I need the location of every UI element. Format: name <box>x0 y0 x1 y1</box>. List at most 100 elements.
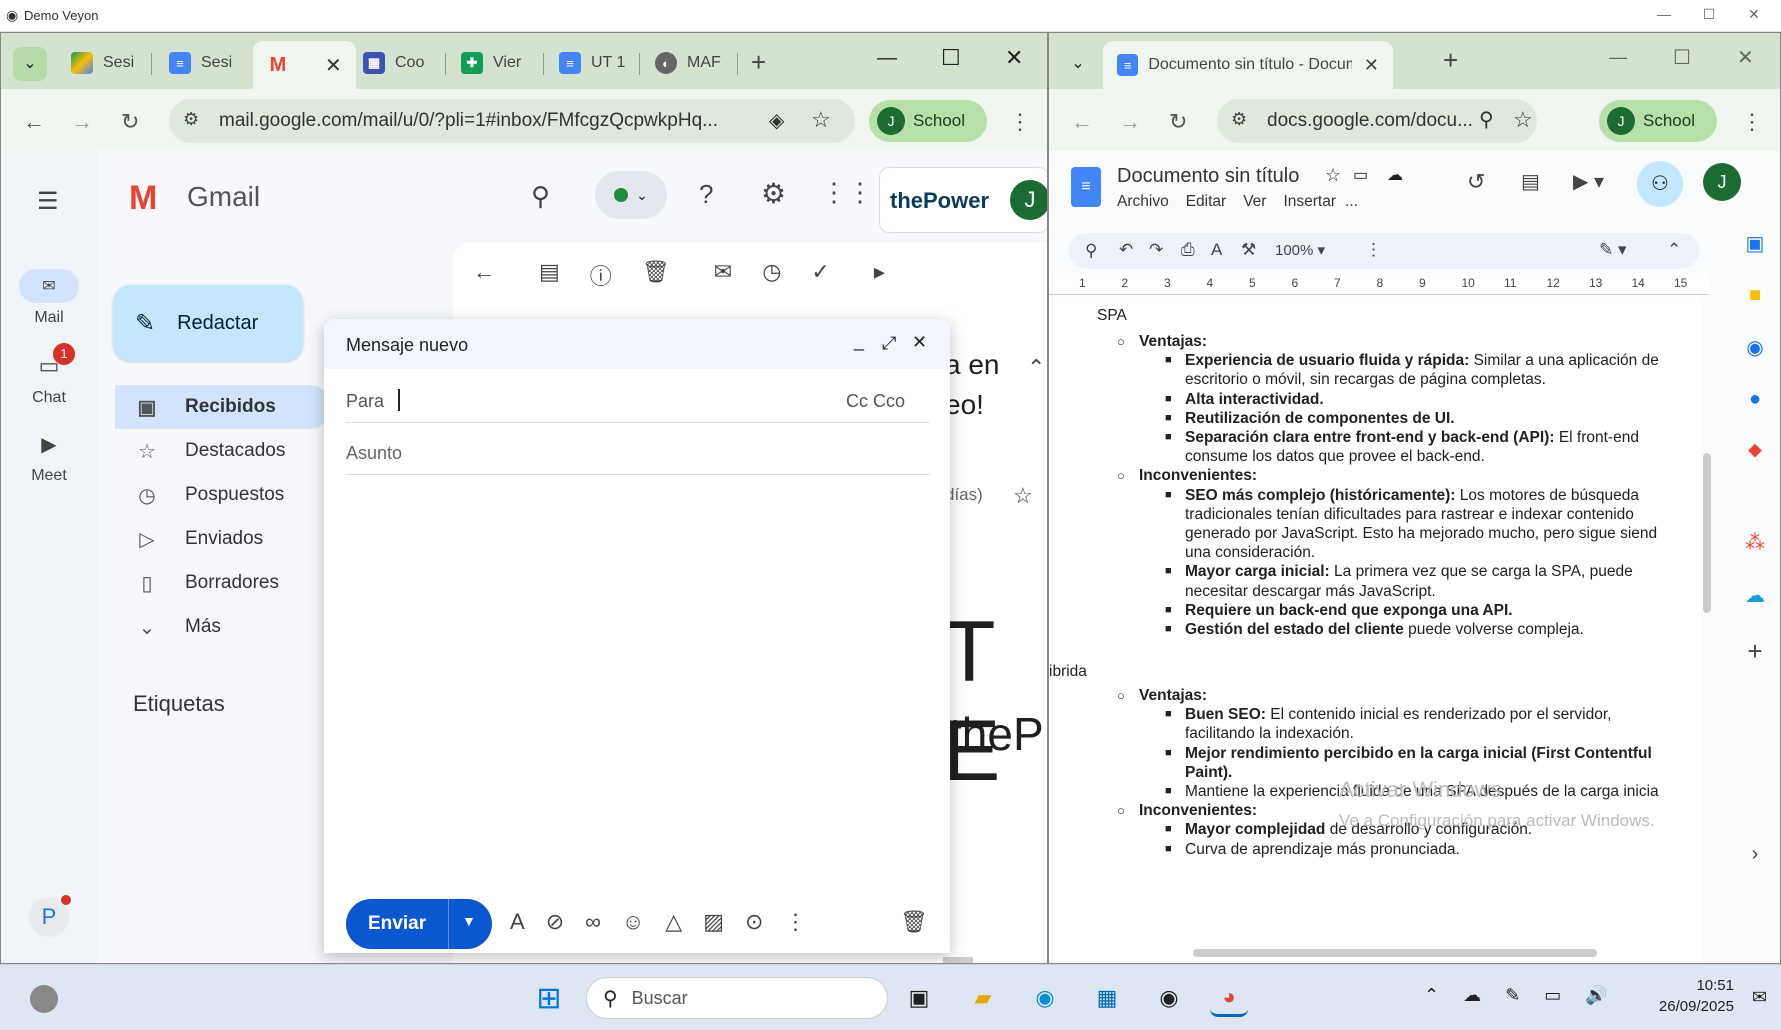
nav-drafts[interactable]: ▯ Borradores <box>115 561 331 605</box>
add-task-icon[interactable]: ✓ <box>811 259 829 291</box>
ruler[interactable]: 1 2 3 4 5 6 7 8 9 10 11 12 13 14 15 <box>1049 273 1709 295</box>
help-icon[interactable]: ? <box>699 179 713 210</box>
redo-icon[interactable]: ↷ <box>1149 240 1163 260</box>
bookmark-star-icon[interactable]: ☆ <box>1513 107 1533 133</box>
addon-2-icon[interactable]: ☁ <box>1745 583 1765 608</box>
scrollbar[interactable] <box>1703 453 1711 613</box>
maximize-icon[interactable]: ☐ <box>1673 45 1691 70</box>
menu-edit[interactable]: Editar <box>1186 193 1227 211</box>
back-icon[interactable]: ← <box>1071 109 1093 135</box>
tab-search-icon[interactable]: ⌄ <box>13 47 47 81</box>
tab-sheets[interactable]: ✚ Vier <box>461 45 521 81</box>
compose-button[interactable]: ✎ Redactar <box>113 285 303 361</box>
undo-icon[interactable]: ↶ <box>1119 240 1133 260</box>
new-tab-button[interactable]: + <box>1443 45 1458 76</box>
task-view-icon[interactable]: ▣ <box>900 979 938 1017</box>
tab-docs-1[interactable]: ≡ Sesi <box>169 45 232 81</box>
network-icon[interactable]: ▭ <box>1544 985 1561 1006</box>
pen-icon[interactable]: ✎ <box>1505 985 1520 1006</box>
tab-close-icon[interactable]: ✕ <box>1364 55 1379 76</box>
tab-gmail[interactable]: M ✕ <box>253 41 356 89</box>
addon-icon[interactable]: ⁂ <box>1745 530 1765 555</box>
menu-more[interactable]: ... <box>1345 193 1358 211</box>
nav-sent[interactable]: ▷ Enviados <box>115 517 331 561</box>
rail-mail[interactable]: ✉ Mail <box>1 269 97 327</box>
move-to-icon[interactable]: ▸ <box>874 259 885 291</box>
minimize-icon[interactable]: _ <box>854 331 864 352</box>
collapse-toolbar-icon[interactable]: ⌃ <box>1667 240 1681 260</box>
tab-docs[interactable]: ≡ Documento sin título - Docume ✕ <box>1103 41 1393 89</box>
menu-icon[interactable]: ⋮ <box>1009 109 1031 135</box>
search-icon[interactable]: ⚲ <box>531 181 550 212</box>
calendar-icon[interactable]: ▣ <box>1746 231 1765 256</box>
zoom-select[interactable]: 100% ▾ <box>1275 241 1325 259</box>
start-icon[interactable]: ⊞ <box>530 979 568 1017</box>
delete-icon[interactable]: 🗑 <box>642 259 670 291</box>
docs-logo-icon[interactable]: ≡ <box>1071 167 1101 207</box>
print-icon[interactable]: ⎙ <box>1181 240 1195 260</box>
editing-mode-icon[interactable]: ✎ ▾ <box>1599 240 1627 260</box>
close-icon[interactable]: ✕ <box>1005 45 1023 71</box>
settings-icon[interactable]: ⚙ <box>761 177 786 210</box>
maximize-icon[interactable]: ☐ <box>941 45 961 71</box>
bookmark-star-icon[interactable]: ☆ <box>811 107 831 133</box>
file-explorer-icon[interactable]: ▰ <box>964 979 1002 1017</box>
new-tab-button[interactable]: + <box>751 47 766 78</box>
lock-icon[interactable]: ⊙ <box>745 909 763 935</box>
history-icon[interactable]: ↺ <box>1467 169 1485 195</box>
close-icon[interactable]: ✕ <box>1737 45 1754 70</box>
apps-grid-icon[interactable]: ⋮⋮ <box>821 177 873 208</box>
collapse-icon[interactable]: ⌃ <box>1027 355 1045 381</box>
notifications-icon[interactable]: ✉ <box>1752 987 1767 1008</box>
minimize-icon[interactable]: — <box>1652 6 1676 22</box>
more-options-icon[interactable]: ⋮ <box>784 909 806 935</box>
horizontal-scrollbar[interactable] <box>1193 949 1597 957</box>
contacts-icon[interactable]: ● <box>1749 388 1761 411</box>
tasks-icon[interactable]: ◉ <box>1746 335 1763 360</box>
maps-icon[interactable]: ⬥ <box>1748 439 1762 462</box>
widgets-icon[interactable] <box>30 985 58 1013</box>
search-menus-icon[interactable]: ⚲ <box>1085 241 1097 261</box>
star-icon[interactable]: ☆ <box>1013 483 1033 509</box>
gmail-logo-icon[interactable]: M <box>129 179 157 218</box>
nav-snoozed[interactable]: ◷ Pospuestos <box>115 473 331 517</box>
workspace-brand[interactable]: thePower J <box>879 167 1047 233</box>
reload-icon[interactable]: ↻ <box>121 109 139 135</box>
attach-icon[interactable]: ⊘ <box>546 909 564 935</box>
archive-icon[interactable]: ▤ <box>539 259 560 291</box>
nav-more[interactable]: ⌄ Más <box>115 605 331 649</box>
hamburger-icon[interactable]: ☰ <box>37 187 59 216</box>
extension-icon[interactable]: ◈ <box>769 108 784 133</box>
menu-view[interactable]: Ver <box>1243 193 1266 211</box>
link-icon[interactable]: ∞ <box>585 909 601 935</box>
site-info-icon[interactable]: ⚙ <box>1231 109 1247 130</box>
menu-icon[interactable]: ⋮ <box>1741 109 1763 135</box>
discard-icon[interactable]: 🗑 <box>900 909 928 935</box>
close-icon[interactable]: ✕ <box>1742 6 1766 23</box>
status-button[interactable]: ⌄ <box>595 171 667 219</box>
snooze-icon[interactable]: ◷ <box>762 259 781 291</box>
send-button[interactable]: Enviar ▼ <box>346 899 492 949</box>
user-avatar[interactable]: J <box>1010 180 1047 220</box>
rail-meet[interactable]: ▶ Meet <box>1 427 97 485</box>
body-editor[interactable] <box>346 477 930 877</box>
tab-drive[interactable]: Sesi <box>71 45 134 81</box>
doc-title[interactable]: Documento sin título <box>1117 165 1299 188</box>
profile-chip[interactable]: J School <box>869 100 987 142</box>
subject-field[interactable]: Asunto <box>346 425 930 475</box>
spellcheck-icon[interactable]: A <box>1211 240 1222 260</box>
tab-forms[interactable]: ▦ Coo <box>363 45 424 81</box>
scrollbar[interactable] <box>943 957 973 963</box>
share-button[interactable]: ⚇ <box>1637 161 1683 207</box>
tab-web[interactable]: ◐ MAF <box>655 45 721 81</box>
volume-icon[interactable]: 🔊 <box>1585 985 1607 1006</box>
move-folder-icon[interactable]: ▭ <box>1353 165 1368 185</box>
report-spam-icon[interactable]: ⓘ <box>590 259 612 291</box>
tray-overflow-icon[interactable]: ⌃ <box>1424 985 1439 1006</box>
expand-icon[interactable]: ⤢ <box>882 333 896 354</box>
zoom-icon[interactable]: ⚲ <box>1479 107 1494 132</box>
menu-insert[interactable]: Insertar <box>1283 193 1336 211</box>
profile-chip[interactable]: J School <box>1599 100 1717 142</box>
tab-docs-2[interactable]: ≡ UT 1 <box>559 45 625 81</box>
user-avatar[interactable]: J <box>1703 163 1741 201</box>
